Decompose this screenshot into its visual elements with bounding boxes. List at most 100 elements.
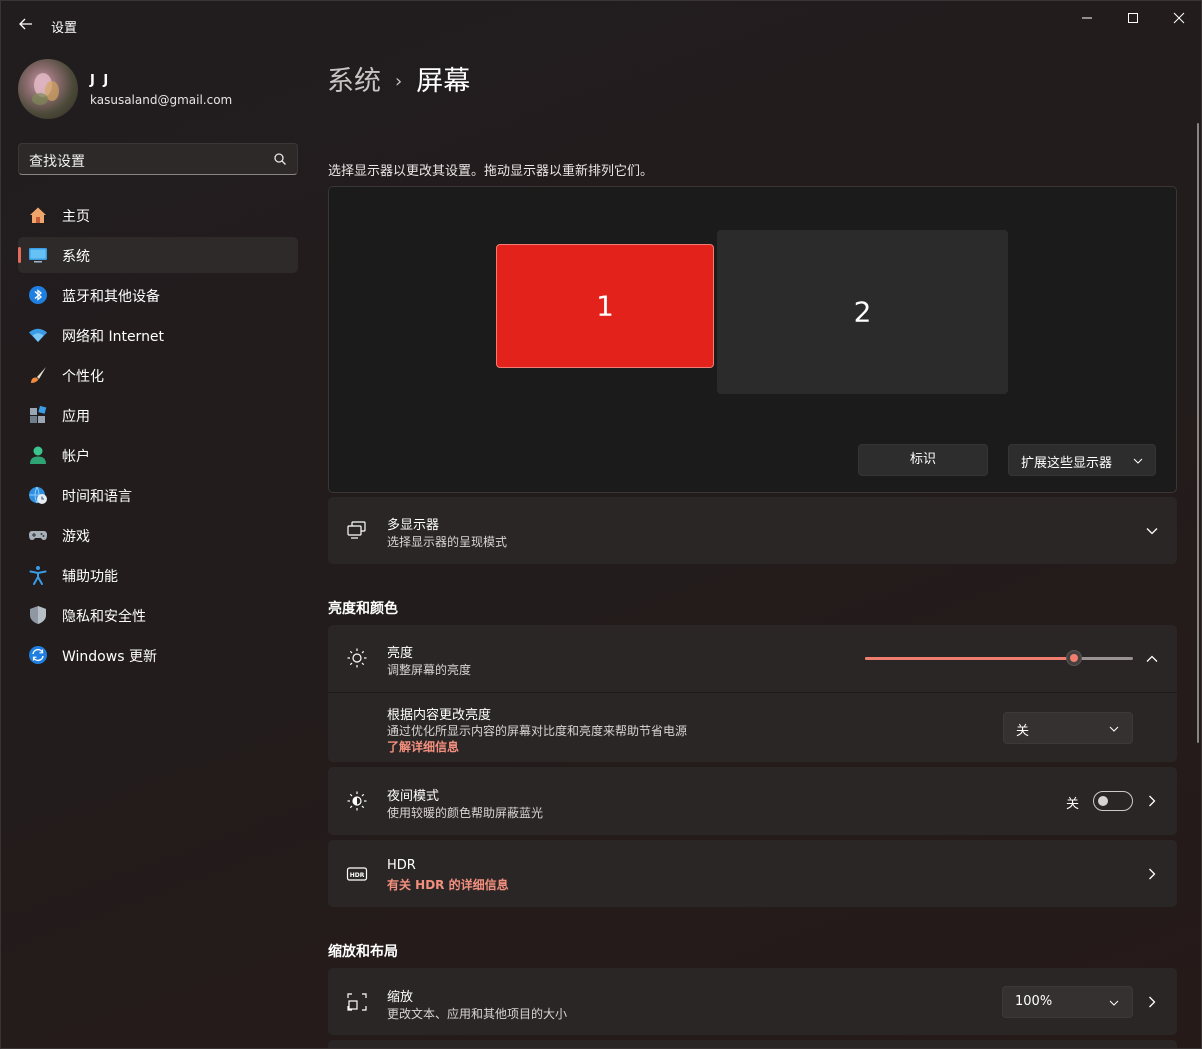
sidebar-item-accessibility[interactable]: 辅助功能 [18,557,298,593]
monitor-1[interactable]: 1 [496,244,714,368]
night-light-title: 夜间模式 [387,789,440,804]
user-name: J J [90,73,111,88]
breadcrumb: 系统 › 屏幕 [327,59,470,98]
apps-icon [30,405,47,423]
multi-display-card[interactable]: 多显示器 选择显示器的呈现模式 [328,497,1177,564]
multi-display-title: 多显示器 [387,518,440,533]
sidebar-item-apps[interactable]: 应用 [18,397,298,433]
content-adaptive-dropdown[interactable]: 关 [1003,712,1133,744]
accessibility-icon [29,566,47,585]
display-arrangement-panel: 1 2 标识 扩展这些显示器 [328,186,1177,493]
sidebar-item-windows-update[interactable]: Windows 更新 [18,637,298,673]
sidebar-item-personalization[interactable]: 个性化 [18,357,298,393]
hdr-learn-more-link[interactable]: 有关 HDR 的详细信息 [387,876,509,893]
sidebar-item-label: 应用 [62,409,90,425]
sidebar-item-label: 个性化 [62,369,104,385]
sidebar-item-label: 隐私和安全性 [62,609,146,625]
settings-window: 设置 J J kasusaland@gmail.com 查找设置 主页 系统 蓝… [0,0,1202,1049]
chevron-down-icon [1133,458,1143,464]
display-mode-dropdown[interactable]: 扩展这些显示器 [1008,444,1156,476]
system-icon [29,248,47,263]
content-adaptive-title: 根据内容更改亮度 [387,708,492,723]
learn-more-link[interactable]: 了解详细信息 [387,738,459,755]
back-button[interactable] [15,13,37,35]
account-icon [30,446,46,464]
hdr-card[interactable]: HDR HDR 有关 HDR 的详细信息 [328,840,1177,907]
next-card-partial [328,1040,1177,1048]
search-icon[interactable] [273,152,287,166]
scale-card[interactable]: 缩放 更改文本、应用和其他项目的大小 100% [328,968,1177,1035]
back-arrow-icon [19,18,32,30]
sidebar-item-time-language[interactable]: 时间和语言 [18,477,298,513]
sidebar-item-system[interactable]: 系统 [18,237,298,273]
chevron-right-icon[interactable] [1146,868,1158,880]
user-profile[interactable]: J J kasusaland@gmail.com [18,59,308,119]
bluetooth-icon [29,286,47,304]
scrollbar[interactable] [1197,123,1199,743]
user-email: kasusaland@gmail.com [90,93,233,107]
sidebar-item-accounts[interactable]: 帐户 [18,437,298,473]
page-title: 屏幕 [416,66,471,97]
globe-clock-icon [29,486,47,504]
maximize-button[interactable] [1110,1,1156,35]
section-heading-scale-layout: 缩放和布局 [328,944,398,960]
brightness-slider[interactable] [865,650,1133,666]
sidebar-item-label: 辅助功能 [62,569,118,585]
sidebar-item-home[interactable]: 主页 [18,197,298,233]
brightness-slider-thumb[interactable] [1066,650,1083,666]
avatar-image [32,73,59,105]
multi-display-subtitle: 选择显示器的呈现模式 [387,535,508,549]
toggle-knob [1098,796,1108,806]
avatar [18,59,78,119]
sidebar-nav: 主页 系统 蓝牙和其他设备 网络和 Internet 个性化 应用 帐户 时间和… [18,197,298,677]
chevron-down-icon [1109,1000,1119,1006]
sidebar-item-label: 时间和语言 [62,489,132,505]
gamepad-icon [29,531,47,540]
display-mode-value: 扩展这些显示器 [1021,456,1113,471]
close-button[interactable] [1156,1,1201,35]
home-icon [30,207,46,223]
search-input[interactable]: 查找设置 [29,151,85,171]
brightness-subtitle: 调整屏幕的亮度 [387,663,472,677]
monitor-number: 1 [596,289,614,323]
identify-button[interactable]: 标识 [858,444,988,476]
title-bar: 设置 [1,1,1201,49]
scale-value: 100% [1015,994,1053,1009]
sidebar-item-privacy[interactable]: 隐私和安全性 [18,597,298,633]
brush-icon [31,367,46,383]
content-adaptive-subtitle: 通过优化所显示内容的屏幕对比度和亮度来帮助节省电源 [387,724,688,738]
sidebar-item-gaming[interactable]: 游戏 [18,517,298,553]
sidebar-item-label: 系统 [62,249,90,265]
scale-subtitle: 更改文本、应用和其他项目的大小 [387,1007,568,1021]
monitor-2[interactable]: 2 [717,230,1008,394]
sidebar-item-bluetooth[interactable]: 蓝牙和其他设备 [18,277,298,313]
minimize-button[interactable] [1064,1,1110,35]
minimize-icon [1082,17,1092,19]
night-light-state: 关 [1066,797,1080,812]
update-icon [29,646,47,664]
chevron-right-icon[interactable] [1146,795,1158,807]
sidebar-item-network[interactable]: 网络和 Internet [18,317,298,353]
sidebar-item-label: 主页 [62,209,90,225]
chevron-right-icon[interactable] [1146,996,1158,1008]
scale-dropdown[interactable]: 100% [1002,986,1133,1018]
chevron-up-icon[interactable] [1146,653,1158,665]
multi-monitor-icon [347,521,366,539]
night-light-card[interactable]: 夜间模式 使用较暖的颜色帮助屏蔽蓝光 关 [328,767,1177,835]
chevron-down-icon[interactable] [1146,525,1158,537]
app-title: 设置 [51,21,78,36]
night-light-toggle[interactable] [1093,791,1133,811]
night-light-icon [347,791,367,811]
sidebar-item-label: 游戏 [62,529,90,545]
chevron-down-icon [1109,726,1119,732]
search-box[interactable]: 查找设置 [18,143,298,175]
breadcrumb-parent[interactable]: 系统 [327,66,381,97]
night-light-subtitle: 使用较暖的颜色帮助屏蔽蓝光 [387,806,544,820]
maximize-icon [1128,13,1138,23]
scale-icon [347,993,367,1011]
brightness-slider-fill [865,657,1075,660]
sidebar-item-label: 帐户 [62,449,90,465]
breadcrumb-separator-icon: › [395,71,403,92]
brightness-card: 亮度 调整屏幕的亮度 根据内容更改亮度 通过优化所显示内容的屏幕对比度和亮度来帮… [328,625,1177,762]
svg-text:HDR: HDR [350,872,365,879]
